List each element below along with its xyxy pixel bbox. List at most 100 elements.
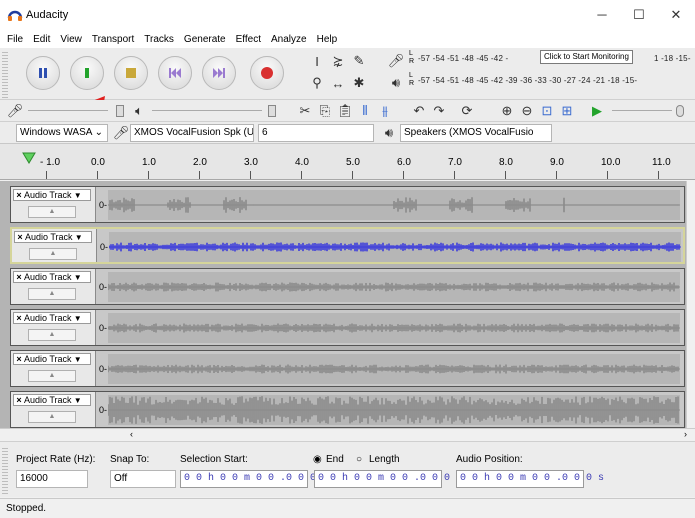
stop-button[interactable] <box>114 56 148 90</box>
track-name-menu[interactable]: × Audio Track ▼ <box>13 189 91 201</box>
project-rate-select[interactable]: 16000 <box>16 470 88 488</box>
play-button[interactable] <box>70 56 104 90</box>
track-name-menu[interactable]: × Audio Track ▼ <box>13 394 91 406</box>
track-control-panel[interactable]: × Audio Track ▼ ▲ <box>11 392 96 427</box>
track-dropdown-icon[interactable]: ▼ <box>72 191 82 200</box>
waveform[interactable] <box>108 395 680 425</box>
menu-view[interactable]: View <box>55 34 87 45</box>
toolbar-grip[interactable] <box>2 50 8 98</box>
close-track-icon[interactable]: × <box>14 313 24 323</box>
audio-position-field[interactable]: 0 0 h 0 0 m 0 0 .0 0 0 s <box>456 470 604 488</box>
scroll-right-icon[interactable]: › <box>684 429 687 439</box>
playback-volume-slider-track[interactable] <box>152 110 262 111</box>
speaker-icon[interactable]: 🔊︎ <box>387 74 405 92</box>
fit-project-icon[interactable]: ⊞ <box>558 102 576 120</box>
waveform[interactable] <box>108 190 680 220</box>
track-dropdown-icon[interactable]: ▼ <box>73 233 83 242</box>
zoom-tool-icon[interactable]: ⚲ <box>308 74 326 92</box>
cut-icon[interactable]: ✂ <box>296 102 314 120</box>
horizontal-scrollbar[interactable]: ‹ › <box>0 428 695 440</box>
waveform[interactable] <box>108 272 680 302</box>
selection-tool-icon[interactable]: I <box>308 52 326 70</box>
recording-device-select[interactable]: XMOS VocalFusion Spk (UA( <box>130 124 254 142</box>
paste-icon[interactable]: 📋︎ <box>336 102 354 120</box>
track-dropdown-icon[interactable]: ▼ <box>72 314 82 323</box>
scroll-left-icon[interactable]: ‹ <box>130 429 133 439</box>
close-button[interactable]: ✕ <box>658 4 694 26</box>
audio-track[interactable]: × Audio Track ▼ ▲ 0- <box>10 227 685 264</box>
track-dropdown-icon[interactable]: ▼ <box>72 355 82 364</box>
meter-grip[interactable] <box>373 50 379 98</box>
zoom-in-icon[interactable]: ⊕ <box>498 102 516 120</box>
snap-to-select[interactable]: Off <box>110 470 176 488</box>
track-control-panel[interactable]: × Audio Track ▼ ▲ <box>12 229 97 262</box>
timeline-ruler[interactable]: - 1.0 0.0 1.0 2.0 3.0 4.0 5.0 6.0 7.0 8.0 9.0 10.0 1… <box>0 144 695 180</box>
menu-edit[interactable]: Edit <box>28 34 55 45</box>
playback-volume-thumb[interactable] <box>268 105 276 117</box>
audio-host-select[interactable]: Windows WASA ⌄ <box>16 124 108 142</box>
length-radio[interactable]: ○ <box>356 454 362 465</box>
skip-to-start-button[interactable] <box>158 56 192 90</box>
track-control-panel[interactable]: × Audio Track ▼ ▲ <box>11 310 96 345</box>
recording-channels-select[interactable]: 6 <box>258 124 374 142</box>
track-dropdown-icon[interactable]: ▼ <box>72 396 82 405</box>
waveform[interactable] <box>109 232 681 262</box>
collapse-track-button[interactable]: ▲ <box>29 248 77 260</box>
fit-selection-icon[interactable]: ⊡ <box>538 102 556 120</box>
timeshift-tool-icon[interactable]: ↔ <box>329 74 347 92</box>
menu-effect[interactable]: Effect <box>231 34 266 45</box>
zoom-out-icon[interactable]: ⊖ <box>518 102 536 120</box>
menu-analyze[interactable]: Analyze <box>266 34 312 45</box>
track-name-menu[interactable]: × Audio Track ▼ <box>13 353 91 365</box>
audio-track[interactable]: × Audio Track ▼ ▲ 0- <box>10 309 685 346</box>
menu-help[interactable]: Help <box>312 34 343 45</box>
close-track-icon[interactable]: × <box>14 395 24 405</box>
draw-tool-icon[interactable]: ✎ <box>350 52 368 70</box>
undo-icon[interactable]: ↶ <box>410 102 428 120</box>
track-control-panel[interactable]: × Audio Track ▼ ▲ <box>11 269 96 304</box>
menu-generate[interactable]: Generate <box>179 34 231 45</box>
close-track-icon[interactable]: × <box>14 354 24 364</box>
play-speed-slider-track[interactable] <box>612 110 672 111</box>
audio-track[interactable]: × Audio Track ▼ ▲ 0- <box>10 350 685 387</box>
waveform[interactable] <box>108 354 680 384</box>
pause-button[interactable] <box>26 56 60 90</box>
copy-icon[interactable]: ⎘ <box>316 102 334 120</box>
track-control-panel[interactable]: × Audio Track ▼ ▲ <box>11 351 96 386</box>
envelope-tool-icon[interactable]: ⋩ <box>329 52 347 70</box>
tools-grip[interactable] <box>296 50 302 98</box>
multi-tool-icon[interactable]: ✱ <box>350 74 368 92</box>
recording-volume-thumb[interactable] <box>116 105 124 117</box>
audio-track[interactable]: × Audio Track ▼ ▲ 0- <box>10 186 685 223</box>
track-control-panel[interactable]: × Audio Track ▼ ▲ <box>11 187 96 222</box>
audio-track[interactable]: × Audio Track ▼ ▲ 0- <box>10 391 685 428</box>
start-monitoring-button[interactable]: Click to Start Monitoring <box>540 50 633 64</box>
collapse-track-button[interactable]: ▲ <box>28 370 76 382</box>
menu-transport[interactable]: Transport <box>87 34 139 45</box>
close-track-icon[interactable]: × <box>14 190 24 200</box>
close-track-icon[interactable]: × <box>14 272 24 282</box>
silence-audio-icon[interactable]: ⫵ <box>376 102 394 120</box>
menu-file[interactable]: File <box>2 34 28 45</box>
minimize-button[interactable]: ─ <box>584 4 620 26</box>
maximize-button[interactable]: ☐ <box>621 4 657 26</box>
track-name-menu[interactable]: × Audio Track ▼ <box>14 231 92 243</box>
track-dropdown-icon[interactable]: ▼ <box>72 273 82 282</box>
sync-lock-icon[interactable]: ⟳ <box>458 102 476 120</box>
selection-grip[interactable] <box>2 446 8 494</box>
waveform[interactable] <box>108 313 680 343</box>
trim-audio-icon[interactable]: ⫴ <box>356 102 374 120</box>
end-radio[interactable]: ◉ <box>313 454 322 465</box>
track-name-menu[interactable]: × Audio Track ▼ <box>13 271 91 283</box>
redo-icon[interactable]: ↷ <box>430 102 448 120</box>
selection-start-field[interactable]: 0 0 h 0 0 m 0 0 .0 0 0 s <box>180 470 328 488</box>
collapse-track-button[interactable]: ▲ <box>28 206 76 218</box>
selection-end-field[interactable]: 0 0 h 0 0 m 0 0 .0 0 0 s <box>314 470 462 488</box>
collapse-track-button[interactable]: ▲ <box>28 411 76 423</box>
play-at-speed-icon[interactable]: ▶ <box>588 102 606 120</box>
play-speed-thumb[interactable] <box>676 105 684 117</box>
track-name-menu[interactable]: × Audio Track ▼ <box>13 312 91 324</box>
skip-to-end-button[interactable] <box>202 56 236 90</box>
close-track-icon[interactable]: × <box>15 232 25 242</box>
menu-tracks[interactable]: Tracks <box>139 34 179 45</box>
